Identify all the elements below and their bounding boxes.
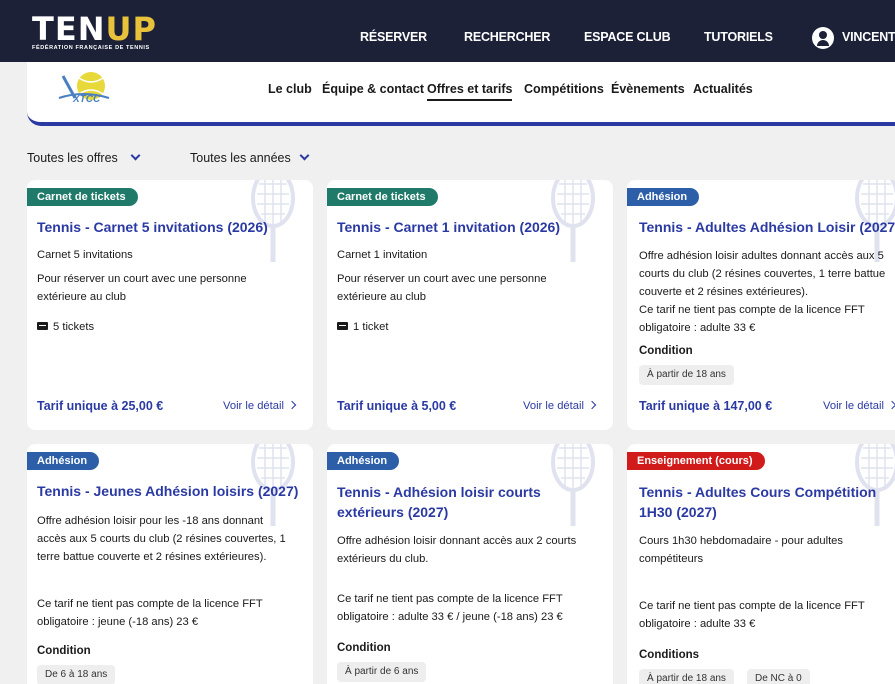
offer-desc-line: Ce tarif ne tient pas compte de la licen… bbox=[639, 304, 865, 316]
offer-desc-line: Pour réserver un court avec une personne bbox=[37, 273, 247, 285]
offer-desc-line: extérieure au club bbox=[337, 291, 426, 303]
category-badge: Carnet de tickets bbox=[327, 188, 438, 206]
nav-espace-club[interactable]: ESPACE CLUB bbox=[584, 30, 671, 44]
offer-desc-line: terre battue couverte et 2 résines extér… bbox=[37, 551, 267, 563]
offer-desc-line: Ce tarif ne tient pas compte de la licen… bbox=[37, 598, 263, 610]
offer-desc-line: obligatoire : adulte 33 € bbox=[639, 322, 756, 334]
offer-title[interactable]: Tennis - Carnet 1 invitation (2026) bbox=[337, 218, 560, 237]
condition-heading: Conditions bbox=[639, 649, 700, 661]
filter-offers-dropdown[interactable]: Toutes les offres bbox=[27, 150, 141, 165]
category-badge: Adhésion bbox=[327, 452, 400, 470]
offer-title[interactable]: Tennis - Carnet 5 invitations (2026) bbox=[37, 218, 268, 237]
user-name[interactable]: VINCENT bbox=[842, 30, 895, 44]
view-detail-label: Voir le détail bbox=[823, 400, 884, 412]
club-nav-equipe-contact[interactable]: Équipe & contact bbox=[322, 82, 424, 96]
nav-reserver[interactable]: RÉSERVER bbox=[360, 30, 427, 44]
offer-desc-line: obligatoire : jeune (-18 ans) 23 € bbox=[37, 616, 199, 628]
offer-desc-line: couverte et 2 résines extérieures). bbox=[639, 286, 809, 298]
offer-desc-line: obligatoire : adulte 33 € / jeune (-18 a… bbox=[337, 611, 563, 623]
offer-desc-line: extérieure au club bbox=[37, 291, 126, 303]
offer-title[interactable]: Tennis - Adhésion loisir courts extérieu… bbox=[337, 482, 587, 522]
nav-rechercher[interactable]: RECHERCHER bbox=[464, 30, 550, 44]
offer-card[interactable]: Carnet de tickets Tennis - Carnet 1 invi… bbox=[327, 180, 613, 430]
offer-desc-line: Offre adhésion loisir adultes donnant ac… bbox=[639, 250, 884, 262]
filter-years-label: Toutes les années bbox=[190, 151, 291, 165]
offer-subtitle: Carnet 5 invitations bbox=[37, 249, 133, 261]
ticket-icon bbox=[337, 322, 348, 330]
offer-desc-line: Pour réserver un court avec une personne bbox=[337, 273, 547, 285]
condition-chip: À partir de 18 ans bbox=[639, 365, 734, 385]
ticket-count-label: 5 tickets bbox=[53, 321, 95, 333]
logo-main: TEN bbox=[32, 10, 106, 48]
offer-desc-line: Ce tarif ne tient pas compte de la licen… bbox=[639, 600, 865, 612]
condition-heading: Condition bbox=[337, 642, 391, 654]
condition-chip: À partir de 18 ans bbox=[639, 669, 734, 684]
condition-heading: Condition bbox=[639, 345, 693, 357]
condition-chip: De NC à 0 bbox=[747, 669, 810, 684]
offer-price: Tarif unique à 25,00 € bbox=[37, 399, 164, 413]
club-nav-competitions[interactable]: Compétitions bbox=[524, 82, 604, 96]
ticket-count: 1 ticket bbox=[337, 318, 388, 336]
tenup-logo[interactable]: TENUP FÉDÉRATION FRANÇAISE DE TENNIS bbox=[32, 13, 157, 51]
ticket-icon bbox=[37, 322, 48, 330]
view-detail-link[interactable]: Voir le détail bbox=[523, 400, 597, 412]
offer-card[interactable]: Carnet de tickets Tennis - Carnet 5 invi… bbox=[27, 180, 313, 430]
filter-years-dropdown[interactable]: Toutes les années bbox=[190, 150, 310, 165]
view-detail-link[interactable]: Voir le détail bbox=[823, 400, 895, 412]
offer-title[interactable]: Tennis - Adultes Adhésion Loisir (2027) bbox=[639, 218, 895, 237]
condition-chip: À partir de 6 ans bbox=[337, 662, 427, 682]
offer-price: Tarif unique à 147,00 € bbox=[639, 399, 773, 413]
club-logo[interactable]: XTCC bbox=[53, 68, 117, 110]
club-nav-actualites[interactable]: Actualités bbox=[693, 82, 753, 96]
nav-tutoriels[interactable]: TUTORIELS bbox=[704, 30, 773, 44]
view-detail-link[interactable]: Voir le détail bbox=[223, 400, 297, 412]
offer-card[interactable]: Adhésion Tennis - Adultes Adhésion Loisi… bbox=[627, 180, 895, 430]
offer-price: Tarif unique à 5,00 € bbox=[337, 399, 457, 413]
category-badge: Adhésion bbox=[627, 188, 700, 206]
club-navbar: XTCC Le club Équipe & contact Offres et … bbox=[27, 62, 895, 126]
offer-card[interactable]: Adhésion Tennis - Adhésion loisir courts… bbox=[327, 444, 613, 684]
ticket-count: 5 tickets bbox=[37, 318, 94, 336]
view-detail-label: Voir le détail bbox=[523, 400, 584, 412]
club-nav-offres-tarifs[interactable]: Offres et tarifs bbox=[427, 82, 513, 101]
condition-chip: De 6 à 18 ans bbox=[37, 665, 116, 684]
club-nav-evenements[interactable]: Évènements bbox=[611, 82, 685, 96]
offer-title[interactable]: Tennis - Adultes Cours Compétition 1H30 … bbox=[639, 482, 889, 522]
chevron-right-icon bbox=[287, 400, 297, 410]
logo-accent: UP bbox=[105, 10, 157, 48]
condition-heading: Condition bbox=[37, 645, 91, 657]
top-navbar: TENUP FÉDÉRATION FRANÇAISE DE TENNIS RÉS… bbox=[0, 0, 895, 62]
category-badge: Adhésion bbox=[27, 452, 100, 470]
logo-subtitle: FÉDÉRATION FRANÇAISE DE TENNIS bbox=[32, 45, 150, 51]
view-detail-label: Voir le détail bbox=[223, 400, 284, 412]
svg-text:XTCC: XTCC bbox=[72, 94, 101, 105]
ticket-count-label: 1 ticket bbox=[353, 321, 389, 333]
category-badge: Carnet de tickets bbox=[27, 188, 138, 206]
offer-desc-line: Offre adhésion loisir donnant accès aux … bbox=[337, 535, 577, 547]
chevron-right-icon bbox=[887, 400, 895, 410]
offer-card[interactable]: Adhésion Tennis - Jeunes Adhésion loisir… bbox=[27, 444, 313, 684]
offer-desc-line: courts du club (2 résines couvertes, 1 t… bbox=[639, 268, 886, 280]
offer-title[interactable]: Tennis - Jeunes Adhésion loisirs (2027) bbox=[37, 482, 298, 501]
offer-desc-line: accès aux 5 courts du club (2 résines co… bbox=[37, 533, 286, 545]
offer-desc-line: Ce tarif ne tient pas compte de la licen… bbox=[337, 593, 563, 605]
club-nav-le-club[interactable]: Le club bbox=[268, 82, 312, 96]
chevron-down-icon bbox=[130, 150, 141, 161]
chevron-right-icon bbox=[587, 400, 597, 410]
offer-desc-line: obligatoire : adulte 33 € bbox=[639, 618, 756, 630]
offer-desc-line: Cours 1h30 hebdomadaire - pour adultes bbox=[639, 535, 843, 547]
offer-desc-line: extérieurs du club. bbox=[337, 553, 429, 565]
chevron-down-icon bbox=[299, 150, 310, 161]
filter-offers-label: Toutes les offres bbox=[27, 151, 118, 165]
offer-card[interactable]: Enseignement (cours) Tennis - Adultes Co… bbox=[627, 444, 895, 684]
category-badge: Enseignement (cours) bbox=[627, 452, 765, 470]
offer-desc-line: compétiteurs bbox=[639, 553, 704, 565]
offer-subtitle: Carnet 1 invitation bbox=[337, 249, 428, 261]
user-avatar-icon[interactable] bbox=[812, 27, 834, 49]
offer-desc-line: Offre adhésion loisir pour les -18 ans d… bbox=[37, 515, 264, 527]
